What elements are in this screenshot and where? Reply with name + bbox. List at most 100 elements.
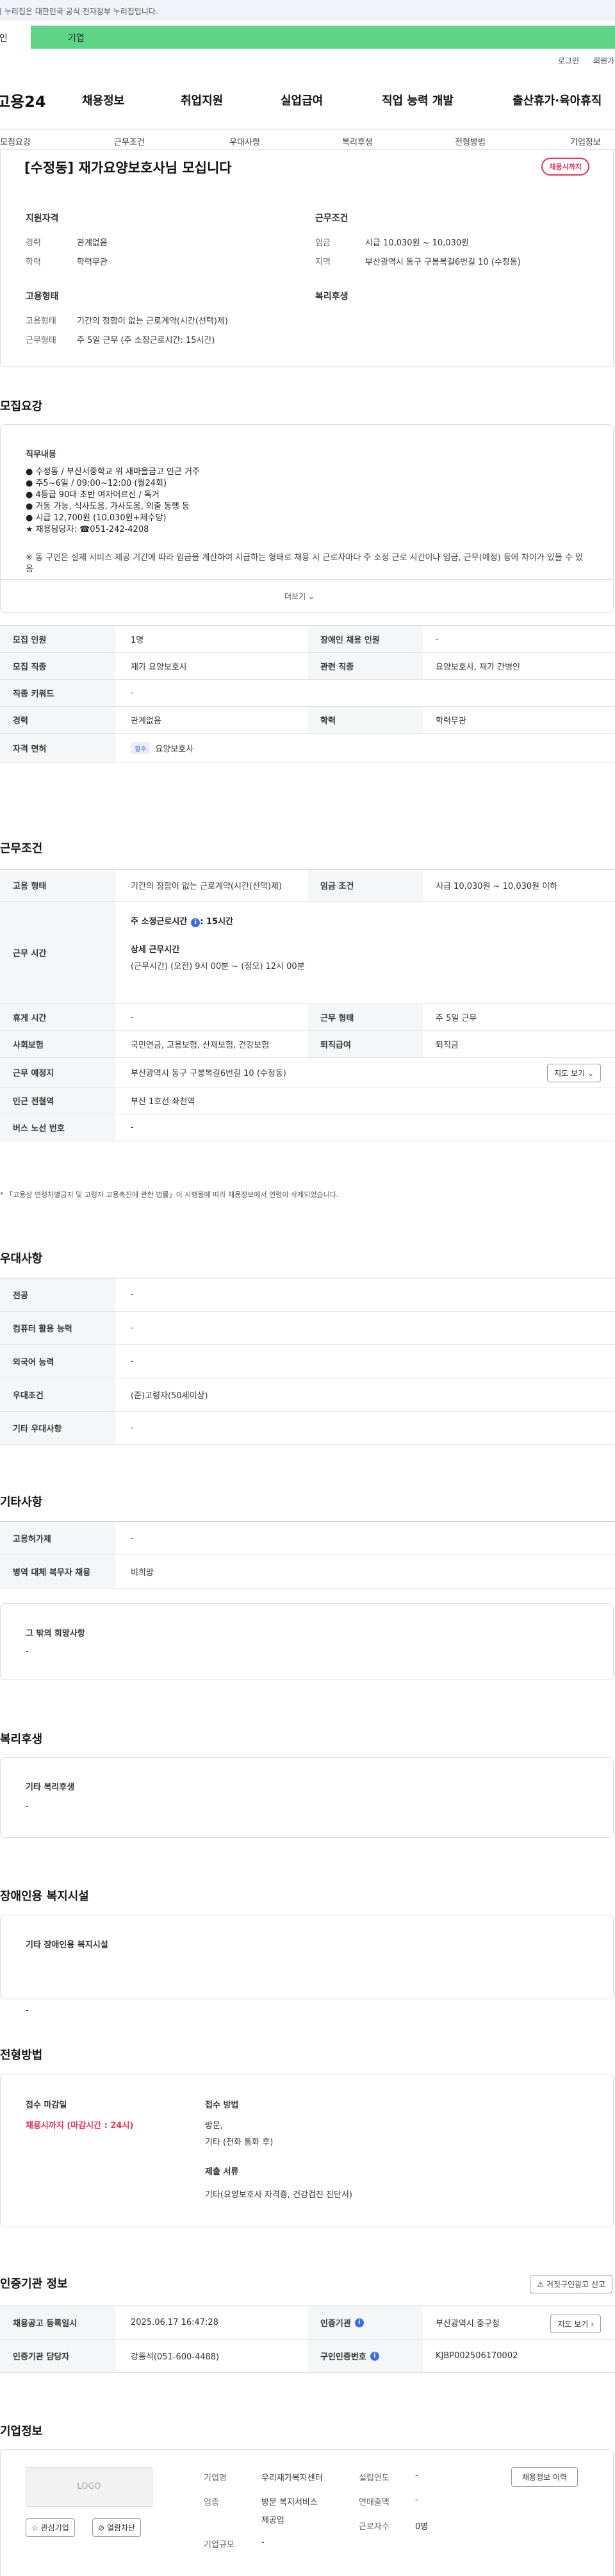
hope-value: -: [26, 1647, 29, 1656]
welfare-section-title: 복리후생: [0, 1733, 43, 1746]
employees-value: 0명: [415, 2522, 429, 2532]
section-nav: 모집요강 근무조건 우대사항 복리후생 전형방법 기업정보: [0, 129, 615, 150]
founded-value: -: [415, 2471, 418, 2481]
table-row: 자격 면허 필수 요양보호사: [0, 734, 615, 763]
info-icon[interactable]: i: [354, 2318, 364, 2327]
deadline-badge: 채용시까지: [541, 158, 589, 176]
info-icon[interactable]: i: [370, 2351, 379, 2361]
welfare-box: [0, 1757, 614, 1838]
info-icon[interactable]: i: [191, 918, 201, 927]
career-value: 관계없음: [77, 238, 108, 248]
table-row: 고용 형태 기간의 정함이 없는 근로계약(시간(선택)제) 임금 조건 시급 …: [0, 870, 615, 902]
chevron-down-icon: ⌄: [308, 592, 315, 601]
chevron-right-icon: ›: [591, 2320, 594, 2329]
required-pill: 필수: [131, 742, 151, 754]
duty-line-5: ● 시급 12,700원 (10,030원+제수당): [26, 513, 167, 523]
duty-line-3: ● 4등급 90대 초반 여자어르신 / 독거: [26, 490, 160, 500]
pref-section-title: 우대사항: [0, 1252, 43, 1266]
emp-title: 고용형태: [26, 292, 59, 302]
region-label: 지역: [315, 258, 331, 267]
method-line-1: 방문,: [205, 2121, 224, 2131]
subnav-item-6[interactable]: 기업정보: [570, 135, 601, 147]
welfare-title: 복리후생: [315, 292, 348, 302]
subnav-item-2[interactable]: 근무조건: [114, 135, 145, 147]
docs-value: 기타(요양보호사 자격증, 건강검진 진단서): [205, 2190, 352, 2200]
tab-personal[interactable]: 개인: [0, 26, 31, 49]
hope-title: 그 밖의 희망사항: [26, 1629, 85, 1639]
gnb-item-2[interactable]: 취업지원: [181, 92, 223, 108]
top-links: 로그인 회원가입: [558, 55, 615, 66]
agency-map-button[interactable]: 지도 보기 ›: [550, 2315, 601, 2333]
employees-label: 근로자수: [359, 2522, 390, 2532]
company-logo: LOGO: [26, 2467, 152, 2507]
block-company-button[interactable]: ⊘ 열람차단: [92, 2518, 142, 2537]
table-row: 병역 대체 복무자 채용 비희망: [0, 1555, 615, 1589]
subnav-item-1[interactable]: 모집요강: [0, 135, 31, 147]
deadline-title: 접수 마감일: [26, 2101, 67, 2110]
disability-box: [0, 1915, 614, 1999]
favorite-company-button[interactable]: ☆ 관심기업: [26, 2518, 75, 2537]
duty-note: ※ 동 구인은 실제 서비스 제공 기간에 따라 임금을 계산하여 지급하는 형…: [26, 553, 583, 574]
subnav-item-4[interactable]: 복리후생: [342, 135, 373, 147]
deadline-value: 채용시까지 (마감시간 : 24시): [26, 2121, 134, 2131]
job-title: [수정동] 재가요양보호사님 모십니다: [24, 160, 232, 176]
company-size-label: 기업규모: [204, 2540, 234, 2550]
industry-value-1: 방문 복지서비스: [261, 2498, 318, 2507]
detail-hours-value: (근무시간) (오전) 9시 00분 ~ (정오) 12시 00분: [131, 962, 305, 971]
gnb-item-1[interactable]: 채용정보: [82, 92, 124, 108]
user-type-tabs: 개인 기업: [0, 26, 615, 49]
gnb-item-5[interactable]: 출산휴가·육아휴직: [512, 92, 602, 108]
join-link[interactable]: 회원가입: [593, 55, 615, 66]
more-button[interactable]: 더보기 ⌄: [284, 591, 315, 602]
wage-label: 임금: [315, 238, 331, 248]
table-row: 사회보험 국민연금, 고용보험, 산재보험, 건강보험 퇴직급여 퇴직금: [0, 1031, 615, 1058]
table-row: 근무 예정지 부산광역시 동구 구봉복길6번길 10 (수정동) 지도 보기 ⌄: [0, 1058, 615, 1087]
method-title: 접수 방법: [205, 2101, 239, 2110]
age-footnote: * 「고용상 연령차별금지 및 고령자 고용촉진에 관한 법률」이 시행됨에 따…: [0, 1191, 339, 1199]
wage-value: 시급 10,030원 ~ 10,030원: [365, 238, 470, 248]
industry-label: 업종: [204, 2498, 219, 2507]
subnav-item-5[interactable]: 전형방법: [455, 135, 486, 147]
disability-box-value: -: [26, 2006, 29, 2015]
founded-label: 설립연도: [359, 2473, 390, 2483]
hope-box: [0, 1603, 614, 1680]
work-label: 근무형태: [26, 336, 56, 345]
selection-box: [0, 2074, 614, 2227]
edu-value: 학력무관: [77, 258, 108, 267]
job-history-button[interactable]: 채용정보 이력: [511, 2467, 578, 2487]
table-row: 휴게 시간 - 근무 형태 주 5일 근무: [0, 1004, 615, 1031]
duty-line-4: ● 거동 가능, 식사도움, 가사도움, 외출 동행 등: [26, 502, 190, 511]
table-row: 인증기관 담당자 강동석(051-600-4488) 구인인증번호 i KJBP0…: [0, 2340, 615, 2373]
tab-company[interactable]: 기업: [31, 26, 615, 49]
main-nav: 고용24 채용정보 취업지원 실업급여 직업 능력 개발 출산휴가·육아휴직: [0, 83, 615, 117]
map-button[interactable]: 지도 보기 ⌄: [547, 1064, 601, 1082]
table-row: 경력 관계없음 학력 학력무관: [0, 707, 615, 734]
table-row: 버스 노선 번호 -: [0, 1114, 615, 1141]
emp-value: 기간의 정함이 없는 근로계약(시간(선택)제): [77, 317, 229, 326]
block-icon: ⊘: [98, 2523, 105, 2532]
login-link[interactable]: 로그인: [558, 55, 579, 66]
sales-label: 연매출액: [359, 2498, 390, 2507]
cond-title: 근무조건: [315, 213, 348, 224]
table-row: 모집 인원 1명 장애인 채용 인원 -: [0, 626, 615, 653]
recruit-section-title: 모집요강: [0, 400, 43, 413]
industry-value-2: 제공업: [261, 2516, 284, 2525]
license-value: 요양보호사: [155, 745, 194, 754]
conditions-section-title: 근무조건: [0, 842, 43, 855]
qual-title: 지원자격: [26, 213, 59, 224]
welfare-box-title: 기타 복리후생: [26, 1783, 75, 1792]
table-row: 기타 우대사항 -: [0, 1412, 615, 1445]
site-logo[interactable]: 고용24: [0, 89, 78, 111]
subnav-item-3[interactable]: 우대사항: [229, 135, 260, 147]
company-section-title: 기업정보: [0, 2425, 43, 2438]
company-name-value: 우리재가복지센터: [261, 2473, 323, 2483]
others-section-title: 기타사항: [0, 1496, 43, 1509]
edu-label: 학력: [26, 258, 41, 267]
divider: [0, 579, 614, 580]
gnb-item-4[interactable]: 직업 능력 개발: [382, 92, 454, 108]
table-row: 외국어 능력 -: [0, 1345, 615, 1378]
report-button[interactable]: ⚠ 거짓구인광고 신고: [530, 2275, 612, 2293]
weekly-hours: 주 소정근로시간 i: 15시간: [131, 917, 233, 927]
career-label: 경력: [26, 238, 41, 248]
gnb-item-3[interactable]: 실업급여: [281, 92, 323, 108]
